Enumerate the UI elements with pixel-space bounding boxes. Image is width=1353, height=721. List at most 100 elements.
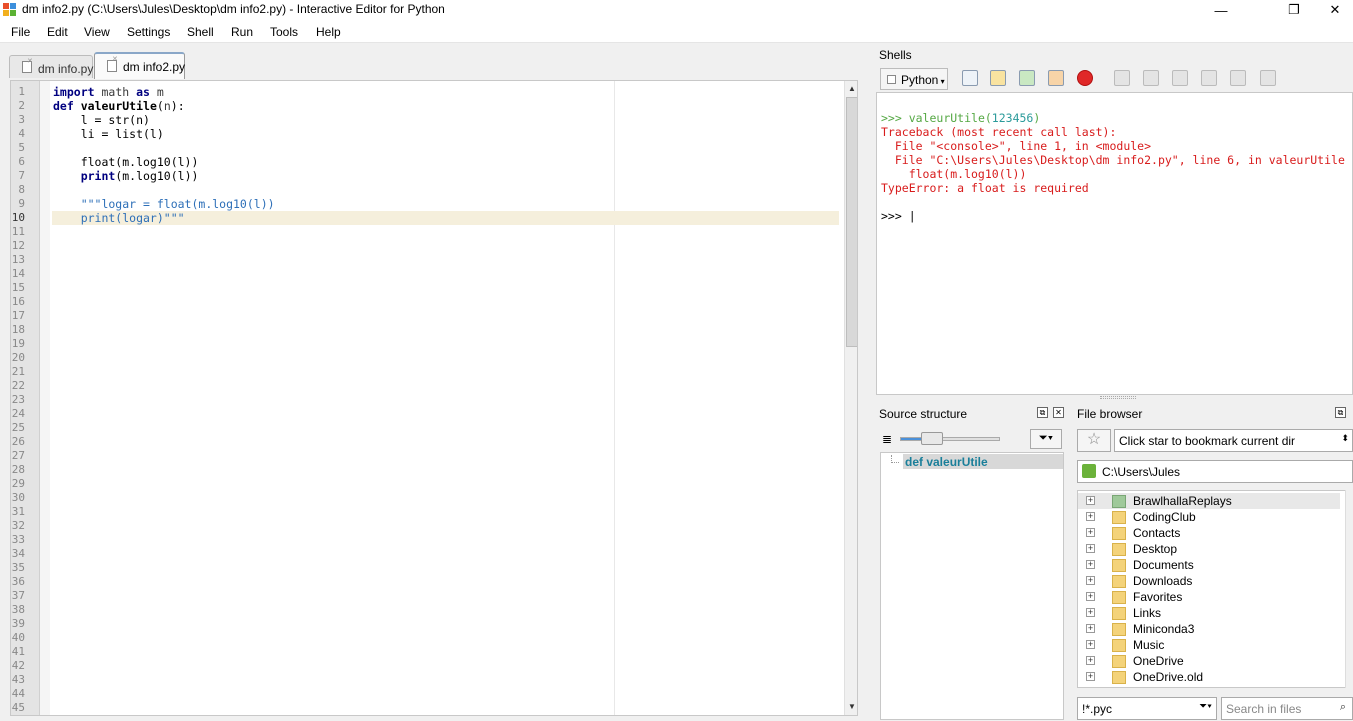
scrollbar-thumb[interactable] — [846, 97, 857, 347]
expand-icon[interactable]: + — [1086, 528, 1095, 537]
file-browser-scrollbar[interactable] — [1345, 490, 1353, 688]
undock-icon[interactable]: ⧉ — [1335, 407, 1346, 418]
scroll-up-icon[interactable]: ▲ — [847, 84, 857, 94]
expand-icon[interactable]: + — [1086, 496, 1095, 505]
line-number: 27 — [11, 449, 25, 462]
line-number: 39 — [11, 617, 25, 630]
line-number: 2 — [18, 99, 25, 112]
expand-icon[interactable]: + — [1086, 576, 1095, 585]
menu-tools[interactable]: Tools — [270, 25, 298, 39]
list-icon[interactable] — [1260, 70, 1276, 86]
step-in-icon[interactable] — [1172, 70, 1188, 86]
folder-item[interactable]: + CodingClub — [1078, 509, 1340, 525]
folder-item[interactable]: + Miniconda3 — [1078, 621, 1340, 637]
menu-edit[interactable]: Edit — [47, 25, 68, 39]
tab-close-icon[interactable]: ✕ — [27, 57, 33, 65]
filter-icon[interactable]: ⏷▾ — [1030, 429, 1062, 449]
line-number: 22 — [11, 379, 25, 392]
traceback-line: float(m.log10(l)) — [881, 167, 1027, 181]
search-in-files-input[interactable]: Search in files ⌕ — [1221, 697, 1353, 720]
close-panel-icon[interactable]: ✕ — [1053, 407, 1064, 418]
folder-item[interactable]: + BrawlhallaReplays — [1078, 493, 1340, 509]
file-browser-hscrollbar[interactable] — [1078, 688, 1345, 694]
file-browser-tree[interactable]: + BrawlhallaReplays + CodingClub + Contacts… — [1077, 490, 1353, 688]
level-slider-fill — [901, 438, 921, 440]
editor-vertical-scrollbar[interactable]: ▲ ▼ — [844, 81, 857, 715]
expand-icon[interactable]: + — [1086, 640, 1095, 649]
app-icon — [3, 3, 16, 16]
menu-run[interactable]: Run — [231, 25, 253, 39]
expand-icon[interactable]: + — [1086, 560, 1095, 569]
new-file-icon[interactable] — [962, 70, 978, 86]
line-number: 24 — [11, 407, 25, 420]
line-number: 7 — [18, 169, 25, 182]
folder-icon — [1112, 671, 1126, 684]
error-message: TypeError: a float is required — [881, 181, 1089, 195]
star-bookmark-button[interactable]: ☆ — [1077, 429, 1111, 452]
folder-item[interactable]: + Links — [1078, 605, 1340, 621]
tab-close-icon[interactable]: ✕ — [112, 55, 118, 63]
minimize-button[interactable]: — — [1199, 0, 1243, 20]
tab-dm-info[interactable]: ✕ dm info.py — [9, 55, 93, 78]
menu-help[interactable]: Help — [316, 25, 341, 39]
menu-shell[interactable]: Shell — [187, 25, 214, 39]
code-editor[interactable]: 1 2 3 4 5 6 7 8 9 10 11 12 13 14 15 16 17 18 19 20 21 22 23 24 2… — [10, 80, 858, 716]
undock-icon[interactable]: ⧉ — [1037, 407, 1048, 418]
folder-icon — [1112, 559, 1126, 572]
line-number: 3 — [18, 113, 25, 126]
menu-file[interactable]: File — [11, 25, 30, 39]
shell-prompt[interactable]: >>> | — [881, 209, 916, 223]
structure-item-function[interactable]: def valeurUtile — [903, 454, 1063, 469]
fold-margin[interactable] — [40, 81, 50, 715]
expand-icon[interactable]: + — [1086, 656, 1095, 665]
level-slider-thumb[interactable] — [921, 432, 943, 445]
python-shell-button[interactable]: Python ▾ — [880, 68, 948, 90]
maximize-button[interactable]: ❐ — [1272, 0, 1316, 20]
path-field[interactable]: C:\Users\Jules — [1077, 460, 1353, 483]
expand-icon[interactable]: + — [1086, 624, 1095, 633]
bookmark-dropdown[interactable]: Click star to bookmark current dir ⬍ — [1114, 429, 1353, 452]
tab-dm-info2[interactable]: ✕ dm info2.py — [94, 52, 185, 79]
folder-item[interactable]: + Contacts — [1078, 525, 1340, 541]
run-icon[interactable] — [1048, 70, 1064, 86]
folder-item[interactable]: + Favorites — [1078, 589, 1340, 605]
shells-panel-title: Shells — [879, 48, 912, 62]
menu-settings[interactable]: Settings — [127, 25, 170, 39]
menu-view[interactable]: View — [84, 25, 110, 39]
source-structure-tree[interactable]: def valeurUtile — [880, 452, 1064, 720]
folder-item[interactable]: + OneDrive.old — [1078, 669, 1340, 685]
folder-item[interactable]: + Documents — [1078, 557, 1340, 573]
python-shell-console[interactable]: >>> valeurUtile(123456) Traceback (most … — [876, 92, 1353, 395]
folder-icon — [1112, 655, 1126, 668]
line-number: 9 — [18, 197, 25, 210]
reload-icon[interactable] — [1019, 70, 1035, 86]
go-up-icon[interactable] — [1082, 464, 1096, 478]
folder-icon — [1112, 591, 1126, 604]
folder-item[interactable]: + Music — [1078, 637, 1340, 653]
folder-icon — [1112, 623, 1126, 636]
clear-icon[interactable] — [1230, 70, 1246, 86]
expand-icon[interactable]: + — [1086, 592, 1095, 601]
expand-icon[interactable]: + — [1086, 672, 1095, 681]
sort-icon[interactable]: ≣ — [882, 432, 892, 446]
expand-icon[interactable]: + — [1086, 544, 1095, 553]
tree-connector — [891, 455, 899, 463]
file-filter-field[interactable]: !*.pyc ⏷▾ — [1077, 697, 1217, 720]
stop-icon[interactable] — [1077, 70, 1093, 86]
line-number: 44 — [11, 687, 25, 700]
close-button[interactable]: ✕ — [1317, 0, 1353, 20]
expand-icon[interactable]: + — [1086, 512, 1095, 521]
search-icon[interactable]: ⌕ — [1340, 701, 1346, 714]
open-file-icon[interactable] — [990, 70, 1006, 86]
step-over-icon[interactable] — [1201, 70, 1217, 86]
filter-dropdown-icon[interactable]: ⏷▾ — [1199, 701, 1212, 712]
folder-item[interactable]: + Desktop — [1078, 541, 1340, 557]
line-number: 21 — [11, 365, 25, 378]
scroll-down-icon[interactable]: ▼ — [847, 702, 857, 712]
expand-icon[interactable]: + — [1086, 608, 1095, 617]
debug-icon[interactable] — [1114, 70, 1130, 86]
step-icon[interactable] — [1143, 70, 1159, 86]
folder-item[interactable]: + OneDrive — [1078, 653, 1340, 669]
folder-item[interactable]: + Downloads — [1078, 573, 1340, 589]
panel-splitter-handle[interactable] — [1100, 396, 1136, 399]
